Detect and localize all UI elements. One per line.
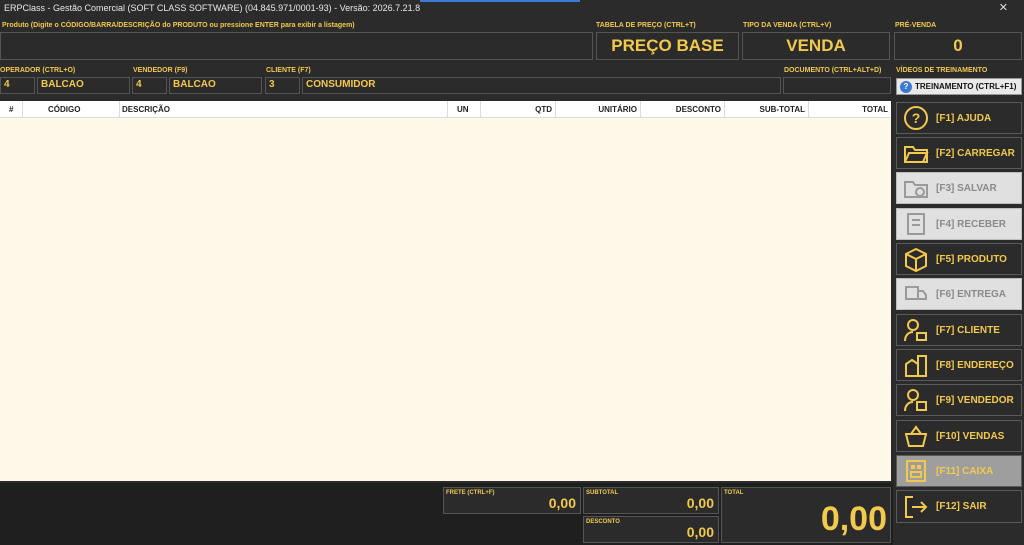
subtotal-label: SUBTOTAL — [586, 490, 619, 496]
seller-icon — [902, 386, 930, 414]
col-unit[interactable]: UN — [457, 105, 469, 114]
product-input[interactable] — [0, 32, 593, 60]
items-grid[interactable]: # CÓDIGO DESCRIÇÃO UN QTD UNITÁRIO DESCO… — [0, 101, 891, 481]
svg-text:?: ? — [912, 110, 921, 126]
training-label: VÍDEOS DE TREINAMENTO — [896, 67, 988, 74]
freight-label: FRETE (CTRL+F) — [446, 490, 495, 496]
col-qty[interactable]: QTD — [535, 105, 552, 114]
pre-sale-field[interactable]: 0 — [894, 32, 1022, 60]
sales-button-label: [F10] VENDAS — [936, 430, 1005, 442]
delivery-icon — [902, 280, 930, 308]
load-button-label: [F2] CARREGAR — [936, 147, 1015, 159]
save-button[interactable]: [F3] SALVAR — [896, 172, 1022, 204]
subtotal-box: SUBTOTAL 0,00 — [583, 487, 719, 514]
client-button-label: [F7] CLIENTE — [936, 324, 1000, 336]
training-button[interactable]: ? TREINAMENTO (CTRL+F1) — [896, 78, 1022, 95]
total-label: TOTAL — [724, 490, 744, 496]
exit-button[interactable]: [F12] SAIR — [896, 490, 1022, 523]
address-icon — [902, 351, 930, 379]
address-button[interactable]: [F8] ENDEREÇO — [896, 349, 1022, 381]
receive-button[interactable]: [F4] RECEBER — [896, 208, 1022, 240]
receive-button-label: [F4] RECEBER — [936, 218, 1007, 230]
client-name-field[interactable]: CONSUMIDOR — [302, 77, 781, 94]
sale-type-label: TIPO DA VENDA (CTRL+V) — [743, 22, 832, 29]
document-label: DOCUMENTO (CTRL+ALT+D) — [784, 67, 882, 74]
discount-value: 0,00 — [686, 524, 714, 540]
sales-button[interactable]: [F10] VENDAS — [896, 420, 1022, 452]
title-accent — [420, 0, 580, 2]
document-field[interactable] — [783, 77, 891, 94]
discount-box[interactable]: DESCONTO 0,00 — [583, 516, 719, 543]
col-subtotal[interactable]: SUB-TOTAL — [760, 105, 805, 114]
seller-code-field[interactable]: 4 — [132, 77, 167, 94]
discount-label: DESCONTO — [586, 519, 620, 525]
seller-label: VENDEDOR (F9) — [133, 67, 188, 74]
cashier-button-label: [F11] CAIXA — [936, 465, 994, 477]
operator-label: OPERADOR (CTRL+O) — [0, 67, 76, 74]
title-bar: ERPClass - Gestão Comercial (SOFT CLASS … — [0, 0, 1024, 18]
total-box: TOTAL 0,00 — [721, 487, 891, 543]
client-code-field[interactable]: 3 — [265, 77, 300, 94]
col-total[interactable]: TOTAL — [862, 105, 888, 114]
seller-button[interactable]: [F9] VENDEDOR — [896, 384, 1022, 416]
col-unit-price[interactable]: UNITÁRIO — [598, 105, 637, 114]
address-button-label: [F8] ENDEREÇO — [936, 359, 1014, 371]
delivery-button[interactable]: [F6] ENTREGA — [896, 278, 1022, 310]
client-icon — [902, 316, 930, 344]
exit-button-label: [F12] SAIR — [936, 501, 987, 512]
col-discount[interactable]: DESCONTO — [676, 105, 721, 114]
question-icon: ? — [900, 80, 912, 93]
total-value: 0,00 — [820, 500, 887, 538]
client-label: CLIENTE (F7) — [266, 67, 311, 74]
product-button[interactable]: [F5] PRODUTO — [896, 243, 1022, 275]
operator-name-field[interactable]: BALCAO — [37, 77, 130, 94]
folder-icon — [902, 139, 930, 167]
pre-sale-label: PRÉ-VENDA — [895, 22, 937, 29]
seller-button-label: [F9] VENDEDOR — [936, 394, 1014, 406]
basket-icon — [902, 422, 930, 450]
freight-box[interactable]: FRETE (CTRL+F) 0,00 — [443, 487, 581, 514]
help-icon: ? — [902, 104, 930, 132]
help-button[interactable]: ? [F1] AJUDA — [896, 102, 1022, 134]
seller-name-field[interactable]: BALCAO — [169, 77, 262, 94]
exit-icon — [902, 493, 930, 521]
grid-header: # CÓDIGO DESCRIÇÃO UN QTD UNITÁRIO DESCO… — [0, 101, 891, 118]
product-label: Produto (Digite o CÓDIGO/BARRA/DESCRIÇÃO… — [2, 22, 355, 29]
client-button[interactable]: [F7] CLIENTE — [896, 314, 1022, 346]
price-table-field[interactable]: PREÇO BASE — [596, 32, 739, 60]
box-icon — [902, 245, 930, 273]
operator-code-field[interactable]: 4 — [0, 77, 35, 94]
close-icon[interactable]: ✕ — [999, 0, 1008, 16]
help-button-label: [F1] AJUDA — [936, 112, 992, 124]
cash-receive-icon — [902, 210, 930, 238]
folder-save-icon — [902, 174, 930, 202]
product-button-label: [F5] PRODUTO — [936, 253, 1007, 265]
freight-value: 0,00 — [548, 495, 576, 511]
load-button[interactable]: [F2] CARREGAR — [896, 137, 1022, 169]
col-description[interactable]: DESCRIÇÃO — [122, 105, 170, 114]
price-table-label: TABELA DE PREÇO (CTRL+T) — [596, 22, 696, 29]
col-code[interactable]: CÓDIGO — [48, 105, 80, 114]
cashier-button[interactable]: [F11] CAIXA — [896, 455, 1022, 487]
delivery-button-label: [F6] ENTREGA — [936, 288, 1006, 300]
cash-register-icon — [902, 457, 930, 485]
sale-type-field[interactable]: VENDA — [742, 32, 890, 60]
training-button-label: TREINAMENTO (CTRL+F1) — [915, 82, 1017, 91]
window-title: ERPClass - Gestão Comercial (SOFT CLASS … — [4, 3, 421, 13]
subtotal-value: 0,00 — [686, 495, 714, 511]
col-index[interactable]: # — [9, 105, 13, 114]
save-button-label: [F3] SALVAR — [936, 182, 997, 194]
